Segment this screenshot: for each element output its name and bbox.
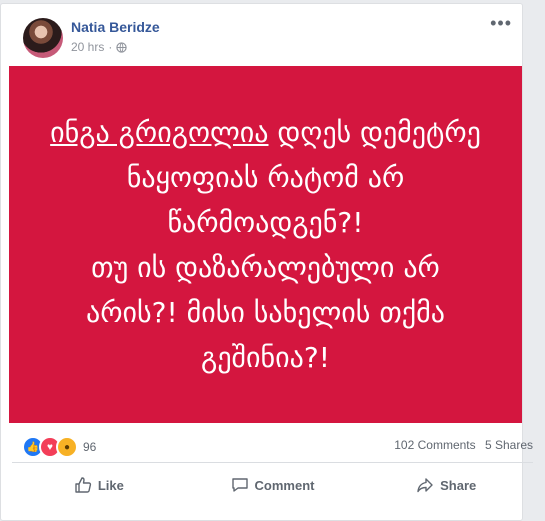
banner-line-3: წარმოადგენ?! (167, 205, 364, 239)
banner-line-6: გეშინია?! (201, 340, 330, 374)
share-label: Share (440, 477, 477, 493)
banner-line-4: თუ ის დაზარალებული არ (91, 250, 440, 284)
comment-icon (231, 478, 248, 492)
reaction-count[interactable]: 96 (83, 440, 96, 454)
engagement-counts: 102 Comments 5 Shares (394, 438, 533, 452)
like-button[interactable]: Like (12, 468, 186, 502)
banner-text: ინგა გრიგოლია დღეს დემეტრე ნაყოფიას რატო… (36, 110, 496, 380)
reactions-summary[interactable]: 👍 ♥ ● 96 (22, 436, 96, 458)
share-button[interactable]: Share (359, 468, 533, 502)
post-time[interactable]: 20 hrs (71, 40, 104, 54)
banner-line-2: ნაყოფიას რატომ არ (126, 160, 405, 194)
author-name[interactable]: Natia Beridze (71, 19, 160, 35)
post-banner: ინგა გრიგოლია დღეს დემეტრე ნაყოფიას რატო… (9, 66, 522, 423)
like-label: Like (97, 477, 124, 493)
comment-label: Comment (254, 477, 315, 493)
wow-icon: ● (56, 436, 78, 458)
separator: · (108, 40, 113, 54)
comment-button[interactable]: Comment (186, 468, 360, 502)
globe-icon (116, 41, 128, 53)
action-bar: Like Comment Share (12, 468, 533, 502)
thumbs-up-icon (75, 477, 91, 493)
tagged-name[interactable]: ინგა გრიგოლია (50, 116, 268, 149)
comments-count[interactable]: 102 Comments (394, 438, 475, 452)
avatar[interactable] (23, 18, 63, 58)
banner-line-1: დღეს დემეტრე (268, 115, 481, 149)
post-meta: 20 hrs · (71, 40, 128, 54)
shares-count[interactable]: 5 Shares (485, 438, 533, 452)
share-icon (417, 478, 433, 493)
banner-line-5: არის?! მისი სახელის თქმა (86, 295, 445, 329)
divider (12, 462, 533, 463)
more-options-icon[interactable]: ••• (490, 14, 512, 32)
